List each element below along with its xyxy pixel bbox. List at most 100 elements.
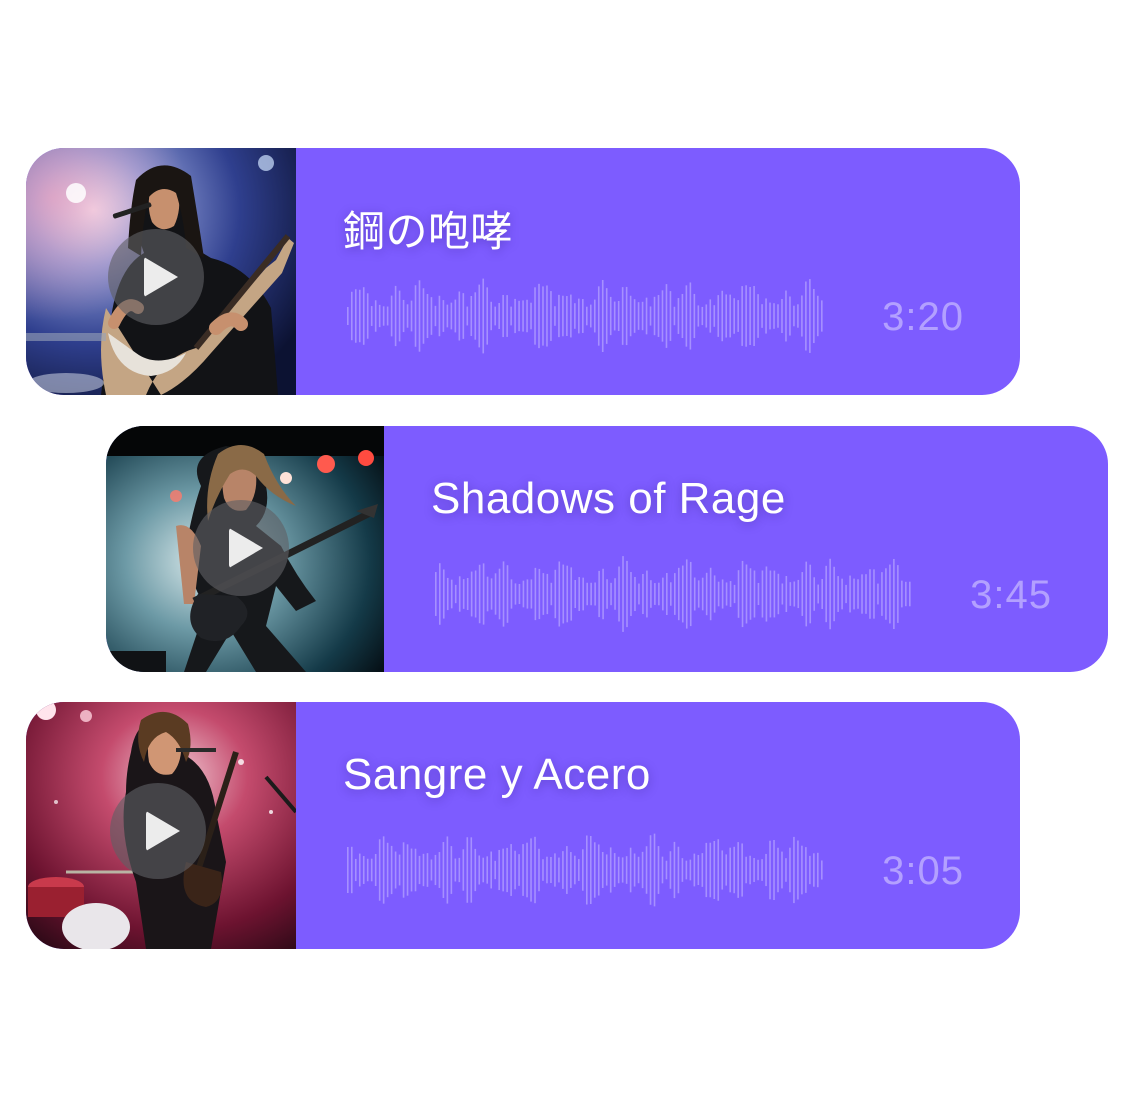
waveform-bar (442, 569, 445, 619)
waveform-bar (490, 578, 493, 610)
waveform-bar (709, 299, 712, 333)
waveform-bar (689, 561, 692, 627)
waveform-bar (594, 582, 596, 606)
waveform-bar (434, 305, 437, 327)
waveform-bar (637, 302, 640, 330)
waveform-bar (354, 289, 357, 343)
waveform-bar (454, 858, 457, 882)
waveform-bar (657, 846, 660, 894)
waveform-bar (749, 568, 752, 620)
waveform-bar (566, 296, 568, 336)
waveform-bar (550, 291, 552, 341)
waveform-bar (526, 842, 528, 898)
waveform-bar (765, 298, 767, 334)
waveform[interactable] (347, 278, 825, 354)
waveform-bar (518, 300, 520, 332)
track-card[interactable]: 鋼の咆哮 3:20 (26, 148, 1020, 395)
track-card[interactable]: Shadows of Rage 3:45 (106, 426, 1108, 672)
waveform-bar (901, 580, 903, 608)
waveform-bar (701, 306, 704, 326)
waveform-bar (466, 577, 469, 611)
waveform-bar (538, 848, 540, 892)
waveform-bar (733, 584, 736, 604)
waveform-bar (737, 570, 740, 618)
waveform-bar (733, 846, 735, 894)
play-button[interactable] (110, 783, 206, 879)
waveform-bar (665, 284, 668, 348)
waveform-bar (410, 300, 413, 332)
waveform-bar (817, 584, 819, 604)
play-button[interactable] (108, 229, 204, 325)
waveform-bar (498, 849, 500, 891)
waveform-bar (654, 583, 656, 605)
waveform-bar (506, 295, 508, 337)
waveform-bar (542, 573, 545, 615)
track-thumbnail (106, 426, 384, 672)
waveform-bar (605, 854, 608, 886)
waveform-bar (865, 574, 867, 614)
waveform-bar (490, 851, 492, 889)
waveform-bar (781, 851, 783, 889)
waveform-bar (613, 853, 616, 887)
waveform-bar (546, 285, 548, 347)
waveform-bar (458, 857, 461, 883)
waveform[interactable] (435, 556, 913, 632)
waveform-bar (530, 838, 532, 902)
waveform-bar (621, 287, 624, 345)
waveform-bar (853, 578, 855, 610)
waveform-bar (813, 853, 815, 887)
waveform-bar (681, 293, 684, 339)
waveform-bar (438, 563, 441, 625)
waveform-bar (681, 565, 684, 623)
waveform-bar (470, 837, 473, 903)
waveform-bar (622, 556, 624, 632)
waveform-bar (833, 566, 835, 622)
waveform-bar (745, 856, 747, 884)
waveform-bar (674, 573, 676, 615)
waveform-bar (805, 281, 807, 351)
waveform-bar (366, 293, 369, 339)
waveform-bar (474, 848, 477, 892)
waveform-bar (649, 835, 652, 905)
waveform-bar (617, 300, 620, 332)
play-button[interactable] (193, 500, 289, 596)
waveform-bar (347, 847, 349, 894)
waveform-bar (550, 582, 553, 606)
waveform-bar (582, 849, 584, 891)
waveform-bar (641, 301, 644, 331)
waveform-bar (574, 303, 576, 329)
track-card[interactable]: Sangre y Acero 3:05 (26, 702, 1020, 949)
waveform-bar (658, 582, 660, 606)
waveform-bar (745, 564, 748, 624)
waveform-graphic (347, 833, 823, 907)
track-thumbnail (26, 148, 296, 395)
waveform-bar (761, 304, 763, 328)
waveform-bar (629, 295, 632, 337)
waveform-bar (642, 573, 644, 615)
waveform-bar (793, 836, 795, 904)
waveform-bar (546, 573, 549, 615)
waveform-bar (753, 858, 755, 882)
waveform-bar (470, 296, 473, 336)
waveform-bar (809, 855, 811, 885)
waveform-bar (386, 306, 389, 326)
waveform-bar (410, 848, 413, 892)
waveform-bar (498, 303, 500, 329)
waveform-bar (733, 298, 735, 334)
waveform-bar (602, 568, 604, 620)
waveform-bar (374, 300, 377, 332)
waveform-bar (661, 290, 664, 342)
waveform-bar (402, 299, 405, 333)
waveform-bar (757, 582, 760, 606)
waveform[interactable] (347, 832, 825, 908)
play-icon (229, 528, 263, 568)
waveform-bar (613, 301, 616, 331)
waveform-bar (713, 841, 716, 899)
waveform-bar (666, 573, 668, 615)
waveform-bar (869, 569, 871, 619)
waveform-bar (625, 286, 628, 346)
waveform-bar (737, 842, 739, 898)
waveform-bar (454, 299, 457, 333)
waveform-bar (390, 295, 393, 337)
waveform-bar (478, 855, 481, 885)
